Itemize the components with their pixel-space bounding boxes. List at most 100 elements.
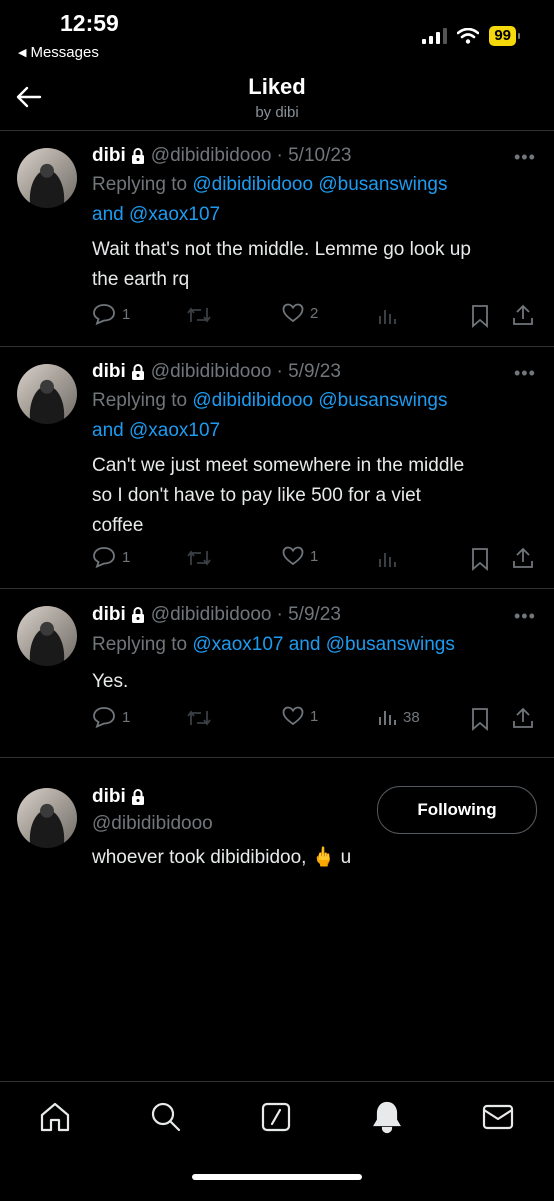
handle: @dibidibidooo xyxy=(150,604,272,625)
status-indicators: 99 xyxy=(422,26,520,46)
tweet-text: Yes. xyxy=(92,671,129,692)
tweet-text-line: Wait that's not the middle. Lemme go loo… xyxy=(92,239,471,260)
tweet-text-line: coffee xyxy=(92,515,144,536)
more-options-icon[interactable]: ••• xyxy=(514,606,536,627)
back-triangle-icon: ◀ xyxy=(18,47,27,59)
tweet-date: · 5/9/23 xyxy=(276,604,341,625)
search-icon xyxy=(151,1102,181,1132)
reply-icon xyxy=(93,547,115,568)
status-time: 12:59 xyxy=(60,10,119,36)
views-icon xyxy=(379,711,396,725)
more-options-icon[interactable]: ••• xyxy=(514,147,536,168)
reply-icon xyxy=(93,304,115,325)
mention-link[interactable]: @dibidibidooo xyxy=(192,390,313,411)
tweet-date: · 5/9/23 xyxy=(276,361,341,382)
bookmark-icon[interactable] xyxy=(470,707,490,731)
reply-button[interactable]: 1 xyxy=(92,303,130,325)
user-card-name-row: dibi xyxy=(92,786,151,808)
user-bio: whoever took dibidibidoo, 🖕 u xyxy=(92,847,352,868)
handle: @dibidibidooo xyxy=(92,813,213,834)
lock-icon xyxy=(131,148,144,164)
grok-icon xyxy=(261,1102,291,1132)
signal-icon xyxy=(422,28,448,44)
mention-link[interactable]: @xaox107 xyxy=(129,204,220,225)
tab-search[interactable] xyxy=(149,1100,183,1134)
tweet[interactable]: dibi @dibidibidooo · 5/10/23 ••• Replyin… xyxy=(0,131,554,346)
avatar[interactable] xyxy=(17,788,77,848)
avatar[interactable] xyxy=(17,148,77,208)
lock-icon xyxy=(131,789,144,805)
tweet[interactable]: dibi @dibidibidooo · 5/9/23 ••• Replying… xyxy=(0,589,554,757)
like-count: 1 xyxy=(310,547,319,565)
bookmark-icon[interactable] xyxy=(470,547,490,571)
following-button[interactable]: Following xyxy=(377,786,537,834)
lock-icon xyxy=(131,607,144,623)
share-icon[interactable] xyxy=(512,546,534,570)
like-count: 2 xyxy=(310,304,319,322)
avatar[interactable] xyxy=(17,364,77,424)
more-options-icon[interactable]: ••• xyxy=(514,363,536,384)
reply-button[interactable]: 1 xyxy=(92,546,130,568)
retweet-icon[interactable] xyxy=(186,305,212,325)
mention-link[interactable]: @xaox107 and xyxy=(192,634,325,655)
tab-notifications[interactable] xyxy=(370,1100,404,1134)
like-button[interactable]: 1 xyxy=(282,546,318,566)
display-name[interactable]: dibi xyxy=(92,361,126,383)
display-name[interactable]: dibi xyxy=(92,604,126,626)
tweet-date: · 5/10/23 xyxy=(276,145,352,166)
mention-link[interactable]: @dibidibidooo xyxy=(192,174,313,195)
reply-count: 1 xyxy=(122,708,131,726)
tab-grok[interactable] xyxy=(259,1100,293,1134)
reply-count: 1 xyxy=(122,305,131,323)
bottom-tab-bar xyxy=(0,1081,554,1201)
views-icon[interactable] xyxy=(377,549,397,569)
tweet-header: dibi @dibidibidooo · 5/10/23 xyxy=(92,145,352,167)
retweet-icon[interactable] xyxy=(186,708,212,728)
tweet-text: Wait that's not the middle. Lemme go loo… xyxy=(92,235,471,295)
retweet-icon[interactable] xyxy=(186,548,212,568)
lock-icon xyxy=(131,364,144,380)
back-app-label: Messages xyxy=(30,44,99,61)
heart-icon xyxy=(282,303,304,323)
replying-to: Replying to @dibidibidooo @busanswings a… xyxy=(92,170,447,230)
mention-link[interactable]: @xaox107 xyxy=(129,420,220,441)
replying-to: Replying to @dibidibidooo @busanswings a… xyxy=(92,386,447,446)
display-name[interactable]: dibi xyxy=(92,145,126,167)
reply-button[interactable]: 1 xyxy=(92,706,130,728)
handle: @dibidibidooo xyxy=(150,361,272,382)
mention-link[interactable]: @busanswings xyxy=(326,634,455,655)
reply-and: and xyxy=(92,204,129,225)
tweet-text-line: Can't we just meet somewhere in the midd… xyxy=(92,455,465,476)
replying-to: Replying to @xaox107 and @busanswings xyxy=(92,630,455,660)
tweet-header: dibi @dibidibidooo · 5/9/23 xyxy=(92,604,341,626)
display-name[interactable]: dibi xyxy=(92,786,126,808)
battery-indicator: 99 xyxy=(489,26,520,46)
tweet-text-line: so I don't have to pay like 500 for a vi… xyxy=(92,485,421,506)
messages-icon xyxy=(482,1104,514,1130)
tweet-text-line: the earth rq xyxy=(92,269,190,290)
wifi-icon xyxy=(457,28,480,44)
share-icon[interactable] xyxy=(512,303,534,327)
back-to-app[interactable]: ◀ Messages xyxy=(18,44,99,61)
share-icon[interactable] xyxy=(512,706,534,730)
home-indicator xyxy=(192,1174,362,1180)
mention-link[interactable]: @busanswings xyxy=(318,174,447,195)
page-title: Liked xyxy=(248,74,306,99)
tweet[interactable]: dibi @dibidibidooo · 5/9/23 ••• Replying… xyxy=(0,347,554,588)
tab-messages[interactable] xyxy=(481,1100,515,1134)
like-button[interactable]: 2 xyxy=(282,303,318,323)
replying-prefix: Replying to xyxy=(92,634,193,655)
handle: @dibidibidooo xyxy=(150,145,272,166)
like-count: 1 xyxy=(310,707,319,725)
tab-home[interactable] xyxy=(38,1100,72,1134)
bookmark-icon[interactable] xyxy=(470,304,490,328)
views-button[interactable]: 38 xyxy=(377,707,420,727)
reply-count: 1 xyxy=(122,548,131,566)
views-icon[interactable] xyxy=(377,306,397,326)
mention-link[interactable]: @busanswings xyxy=(318,390,447,411)
tweet-text: Can't we just meet somewhere in the midd… xyxy=(92,451,464,541)
heart-icon xyxy=(282,546,304,566)
reply-and: and xyxy=(92,420,129,441)
avatar[interactable] xyxy=(17,606,77,666)
like-button[interactable]: 1 xyxy=(282,706,318,726)
